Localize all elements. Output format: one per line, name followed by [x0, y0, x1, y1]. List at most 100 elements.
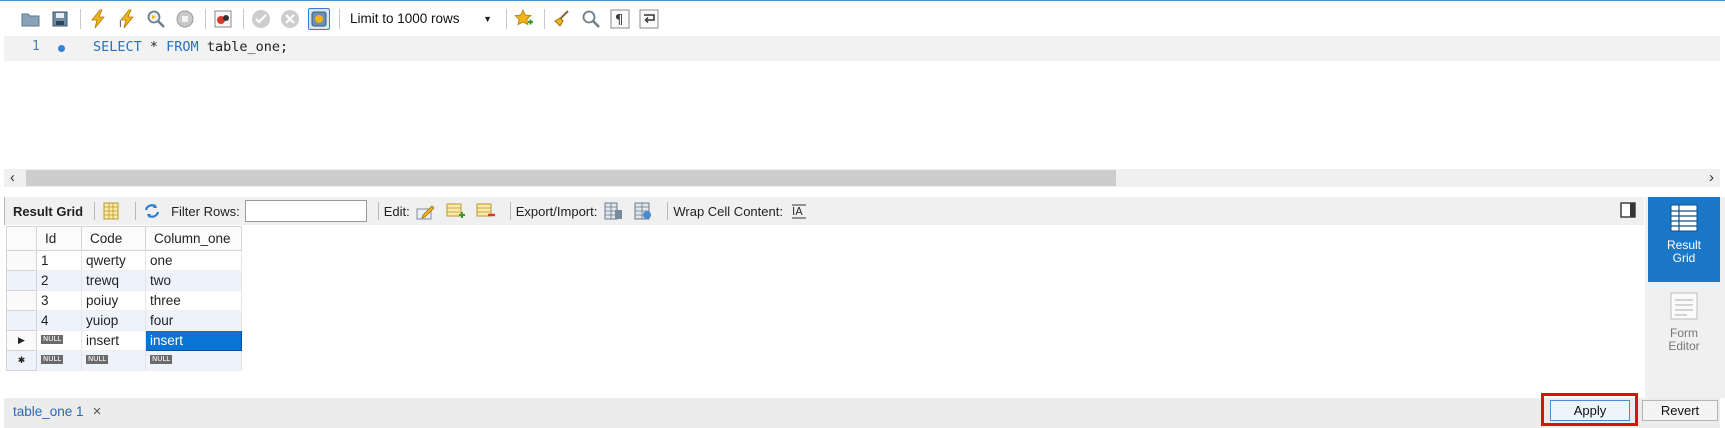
null-badge: NULL: [41, 335, 64, 344]
column-header-column-one[interactable]: Column_one: [145, 226, 242, 251]
table-row-new[interactable]: ✱ NULL NULL NULL: [6, 350, 242, 371]
add-snippet-star-icon[interactable]: [513, 8, 535, 30]
editor-current-line[interactable]: 1 SELECT * FROM table_one;: [4, 36, 1720, 61]
toolbar-separator: [339, 8, 340, 29]
result-grid-tab[interactable]: Result Grid: [4, 197, 89, 225]
apply-button[interactable]: Apply: [1550, 400, 1630, 421]
cell-code[interactable]: NULL: [81, 350, 146, 371]
toolbar-separator: [544, 8, 545, 29]
word-wrap-icon[interactable]: [638, 8, 660, 30]
beautify-broom-icon[interactable]: [551, 8, 573, 30]
result-table: Id Code Column_one 1 qwerty one 2 trewq …: [6, 226, 242, 371]
revert-button[interactable]: Revert: [1642, 400, 1718, 421]
toggle-error-icon[interactable]: [212, 8, 234, 30]
open-folder-icon[interactable]: [20, 8, 42, 30]
toolbar-separator: [94, 202, 96, 220]
scrollbar-thumb[interactable]: [26, 170, 1116, 186]
svg-text:IA: IA: [792, 205, 803, 218]
edit-row-pencil-icon[interactable]: [415, 200, 437, 222]
cell-id[interactable]: NULL: [36, 330, 82, 351]
sql-text: *: [141, 39, 167, 55]
row-header-corner: [6, 226, 37, 251]
svg-text:¶: ¶: [615, 13, 623, 28]
grid-columns-icon[interactable]: [100, 200, 122, 222]
table-row-editing[interactable]: ▶ NULL insert insert: [6, 330, 242, 351]
execute-cursor-lightning-icon[interactable]: I: [116, 8, 138, 30]
scroll-left-icon[interactable]: ‹: [10, 169, 15, 187]
execute-lightning-icon[interactable]: [87, 8, 109, 30]
result-tab-table-one[interactable]: table_one 1 ×: [13, 403, 101, 420]
cell-code[interactable]: trewq: [81, 270, 146, 291]
import-icon[interactable]: [632, 200, 654, 222]
cell-id[interactable]: 1: [36, 250, 82, 271]
result-grid-view-button[interactable]: Result Grid: [1648, 197, 1720, 282]
filter-rows-input[interactable]: [244, 200, 367, 222]
column-header-code[interactable]: Code: [81, 226, 146, 251]
stop-icon[interactable]: [174, 8, 196, 30]
statement-marker-icon: [58, 45, 65, 52]
limit-rows-value: Limit to 1000 rows: [350, 11, 460, 26]
autocommit-toggle-icon[interactable]: [308, 7, 330, 30]
result-grid-label-2: Grid: [1672, 251, 1696, 265]
row-header[interactable]: [6, 290, 37, 311]
find-magnifier-icon[interactable]: [580, 8, 602, 30]
cell-id[interactable]: NULL: [36, 350, 82, 371]
sql-statement[interactable]: SELECT * FROM table_one;: [93, 39, 288, 55]
result-tabs-bar: table_one 1 × Apply Revert: [4, 393, 1720, 428]
sql-table-name: table_one;: [198, 39, 289, 55]
toggle-side-panel-icon[interactable]: [1620, 202, 1636, 218]
table-row[interactable]: 2 trewq two: [6, 270, 242, 291]
result-grid[interactable]: Id Code Column_one 1 qwerty one 2 trewq …: [4, 225, 1644, 398]
cell-column-one[interactable]: one: [145, 250, 242, 271]
cell-column-one[interactable]: two: [145, 270, 242, 291]
sql-editor[interactable]: 1 SELECT * FROM table_one;: [4, 36, 1720, 169]
row-header[interactable]: [6, 270, 37, 291]
refresh-icon[interactable]: [141, 200, 163, 222]
toolbar-separator: [377, 202, 379, 220]
table-header-row: Id Code Column_one: [6, 226, 242, 251]
cell-id[interactable]: 3: [36, 290, 82, 311]
row-header[interactable]: [6, 250, 37, 271]
cell-column-one[interactable]: four: [145, 310, 242, 331]
wrap-cell-content-label: Wrap Cell Content:: [673, 203, 783, 219]
cell-code[interactable]: poiuy: [81, 290, 146, 311]
cell-id[interactable]: 2: [36, 270, 82, 291]
invisible-chars-pilcrow-icon[interactable]: ¶: [609, 8, 631, 30]
toolbar-separator: [80, 8, 81, 29]
chevron-down-icon: ▼: [483, 13, 492, 24]
new-row-marker-icon[interactable]: ✱: [6, 350, 37, 371]
current-row-arrow-icon[interactable]: ▶: [6, 330, 37, 351]
form-editor-icon: [1670, 292, 1698, 320]
toolbar-separator: [205, 8, 206, 29]
insert-row-icon[interactable]: [445, 200, 467, 222]
form-editor-view-button[interactable]: Form Editor: [1648, 285, 1720, 365]
svg-text:I: I: [119, 20, 122, 29]
commit-check-icon[interactable]: [250, 8, 272, 30]
null-badge: NULL: [150, 355, 173, 364]
null-badge: NULL: [86, 355, 109, 364]
limit-rows-select[interactable]: Limit to 1000 rows ▼: [346, 8, 498, 30]
scroll-right-icon[interactable]: ›: [1709, 169, 1714, 187]
export-icon[interactable]: [602, 200, 624, 222]
cell-code[interactable]: yuiop: [81, 310, 146, 331]
wrap-cell-icon[interactable]: IA: [788, 200, 810, 222]
row-header[interactable]: [6, 310, 37, 331]
cell-column-one[interactable]: three: [145, 290, 242, 311]
explain-magnifier-icon[interactable]: [145, 8, 167, 30]
table-row[interactable]: 3 poiuy three: [6, 290, 242, 311]
column-header-id[interactable]: Id: [36, 226, 82, 251]
cell-id[interactable]: 4: [36, 310, 82, 331]
close-icon[interactable]: ×: [93, 403, 102, 420]
cell-column-one[interactable]: NULL: [145, 350, 242, 371]
table-row[interactable]: 4 yuiop four: [6, 310, 242, 331]
editor-horizontal-scrollbar[interactable]: ‹ ›: [4, 169, 1720, 187]
edit-label: Edit:: [383, 203, 410, 219]
delete-row-icon[interactable]: [475, 200, 497, 222]
cell-code[interactable]: qwerty: [81, 250, 146, 271]
save-icon[interactable]: [49, 8, 71, 30]
cell-column-one-selected[interactable]: insert: [145, 330, 242, 351]
table-row[interactable]: 1 qwerty one: [6, 250, 242, 271]
cell-code[interactable]: insert: [81, 330, 146, 351]
result-grid-toolbar: Result Grid Filter Rows: Edit: Export/Im…: [4, 197, 1644, 225]
rollback-x-icon[interactable]: [279, 8, 301, 30]
